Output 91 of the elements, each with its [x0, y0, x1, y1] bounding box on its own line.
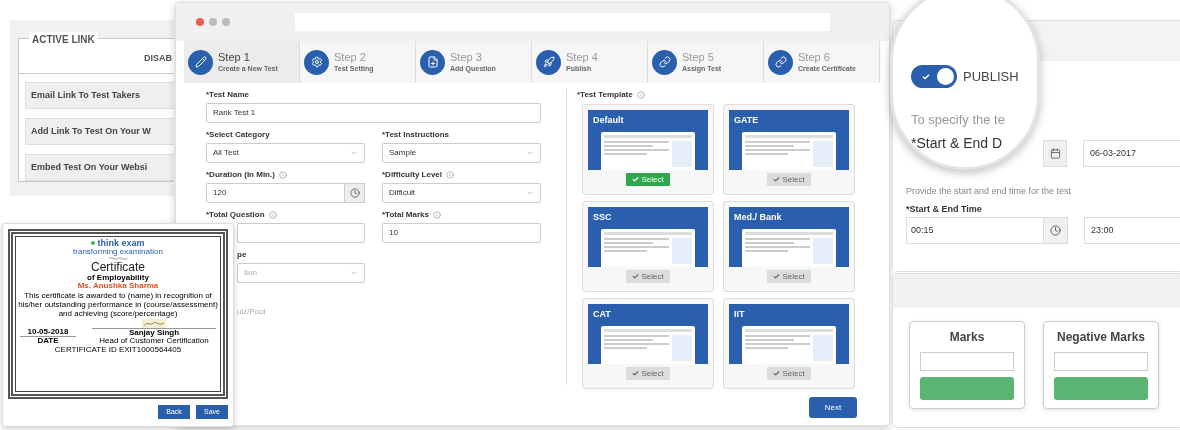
helper-text: Provide the start and end time for the test [906, 185, 1072, 198]
card-title: Negative Marks [1056, 329, 1145, 346]
check-icon [632, 273, 640, 280]
column-header: DISAB [144, 51, 172, 65]
date-input-field[interactable]: 06-03-2017 [1083, 140, 1180, 167]
select-button[interactable]: Select [767, 270, 811, 283]
clock-icon [1050, 225, 1061, 236]
submit-button[interactable] [1054, 377, 1148, 400]
signer-title: Head of Customer Certification [99, 337, 209, 345]
signer-name: Sanjay Singh [128, 329, 180, 337]
date-label: DATE [37, 337, 59, 345]
certificate-text: This certificate is awarded to (name) in recognition of his/her outstanding performance in (course/assessment) and achieving (score/percentage) [18, 291, 218, 318]
input-field[interactable] [1054, 352, 1148, 371]
publish-toggle[interactable] [911, 65, 957, 88]
template-name: CAT [592, 308, 612, 321]
clock-icon [349, 188, 360, 198]
logo-mark-icon [91, 241, 96, 245]
time-input-field[interactable]: 23:00 [1084, 217, 1180, 244]
check-icon [632, 370, 640, 377]
toggle-label: PUBLISH [963, 67, 1019, 86]
template-name: IIT [733, 308, 746, 321]
check-icon [922, 72, 930, 81]
select-field[interactable]: All Test [206, 143, 365, 163]
pencil-icon [188, 49, 213, 75]
link-option[interactable]: Add Link To Test On Your W [25, 118, 174, 145]
field-label: *Test Instructions [382, 129, 449, 141]
select-button[interactable]: Select [626, 367, 670, 380]
recipient-name: Ms. Anushka Sharma [77, 282, 159, 290]
field-label: *Difficulty Level [382, 169, 442, 181]
template-name: SSC [592, 211, 613, 224]
field-label: pe [237, 249, 247, 261]
field-label: *Start & End Time [906, 203, 982, 216]
calendar-icon [1049, 148, 1061, 159]
chevron-down-icon [350, 149, 358, 157]
certificate-subtitle: of Employability [87, 274, 149, 282]
logo-tagline: transforming examination [73, 248, 163, 256]
step-title: Step 2 [334, 52, 367, 63]
intro-text: To specify the te [911, 111, 1006, 129]
field-label: *Test Template [577, 89, 633, 101]
certificate-date: 10-05-2018 [27, 328, 69, 336]
template-name: Med./ Bank [733, 211, 783, 224]
check-icon [632, 176, 640, 183]
next-button[interactable]: Next [809, 397, 857, 418]
field-label: *Start & End D [911, 133, 1004, 153]
check-icon [773, 370, 781, 377]
logo-text: think exam [97, 239, 145, 248]
input-field[interactable]: 120 [206, 183, 345, 203]
select-field[interactable]: Difficult [382, 183, 541, 203]
input-field[interactable] [237, 223, 365, 243]
field-label: *Test Name [206, 89, 249, 101]
select-button[interactable]: Select [767, 173, 811, 186]
link-icon [652, 49, 677, 75]
step-title: Step 6 [798, 52, 831, 63]
field-label: *Duration (In Min.) [206, 169, 275, 181]
signature-drawing [140, 319, 168, 328]
gear-icon [304, 49, 329, 75]
input-field[interactable]: 10 [382, 223, 541, 243]
input-field[interactable] [920, 352, 1014, 371]
field-label: *Total Marks [382, 209, 429, 221]
template-name: Default [592, 114, 625, 127]
submit-button[interactable] [920, 377, 1014, 400]
select-button[interactable]: Select [626, 270, 670, 283]
link-option[interactable]: Embed Test On Your Websi [25, 154, 174, 181]
card-title: Marks [949, 329, 985, 346]
input-field[interactable]: Rank Test 1 [206, 103, 541, 123]
select-button[interactable]: Select [767, 367, 811, 380]
file-plus-icon [420, 49, 445, 75]
link-option[interactable]: Email Link To Test Takers [25, 82, 174, 109]
clock-button[interactable] [345, 183, 365, 203]
step-title: Step 1 [218, 52, 251, 63]
rocket-icon [536, 49, 561, 75]
select-field[interactable]: Sample [382, 143, 541, 163]
chevron-down-icon [526, 189, 534, 197]
certificate-title: Certificate [91, 261, 145, 273]
field-label: *Select Category [206, 129, 270, 141]
check-icon [773, 273, 781, 280]
field-label: *Total Question [206, 209, 265, 221]
step-title: Step 4 [566, 52, 598, 63]
step-title: Step 5 [682, 52, 715, 63]
check-icon [773, 176, 781, 183]
clock-button[interactable] [1044, 217, 1068, 244]
template-name: GATE [733, 114, 760, 127]
step-title: Step 3 [450, 52, 483, 63]
certificate-id: CERTIFICATE ID EXIT1000564405 [54, 346, 182, 354]
chevron-down-icon [526, 149, 534, 157]
chevron-down-icon [350, 269, 358, 277]
info-icon [636, 91, 645, 99]
field-label: uiz/Pool [237, 307, 266, 316]
calendar-button[interactable] [1043, 140, 1067, 167]
time-input-field[interactable]: 00:15 [906, 217, 1044, 244]
link-icon [768, 49, 793, 75]
